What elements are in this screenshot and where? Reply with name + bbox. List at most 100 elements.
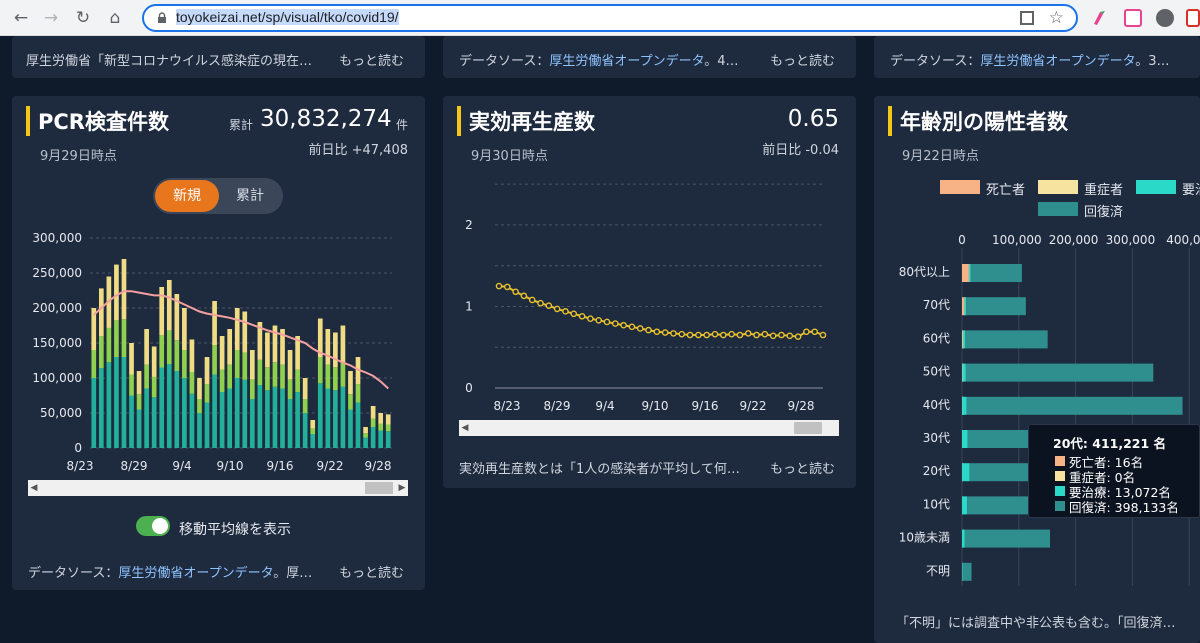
home-icon[interactable]: ⌂ — [104, 7, 126, 29]
rt-chart-scrollbar[interactable]: ◀ — [459, 420, 839, 436]
bar-segment-top — [144, 329, 149, 365]
bar-segment-green — [189, 372, 195, 394]
bar-segment-teal — [348, 409, 353, 448]
bar-segment-green — [166, 330, 172, 364]
rt-point — [595, 317, 602, 324]
y-tick-label: 200,000 — [32, 301, 82, 315]
scroll-left-icon[interactable]: ◀ — [459, 420, 471, 436]
bar-segment-teal — [219, 392, 225, 448]
rt-point — [678, 330, 686, 338]
total-label: 累計 — [229, 118, 254, 132]
moving-average-switch[interactable] — [136, 516, 170, 536]
reload-icon[interactable]: ↻ — [72, 7, 94, 29]
age-bar-segment — [970, 264, 1022, 282]
forward-icon[interactable]: → — [40, 7, 62, 29]
bar-segment-teal — [249, 399, 255, 448]
card-title: 実効再生産数 — [469, 110, 595, 134]
bar-segment-teal — [333, 390, 338, 448]
x-tick-label: 8/23 — [67, 459, 94, 473]
category-label: 70代 — [923, 298, 950, 312]
data-source-link[interactable]: 厚生労働省オープンデータ — [549, 54, 704, 69]
bar-segment-green — [325, 364, 331, 389]
bar-segment-top — [114, 264, 119, 321]
rt-point — [778, 331, 785, 339]
read-more-link[interactable]: もっと読む — [770, 50, 835, 69]
rt-line — [498, 285, 824, 338]
bar-segment-teal — [378, 430, 384, 448]
rt-point — [686, 331, 694, 339]
rt-point — [504, 283, 511, 291]
extension-image-icon[interactable] — [1124, 9, 1142, 27]
data-source-link[interactable]: 厚生労働省オープンデータ — [980, 54, 1135, 69]
pcr-chart-scrollbar[interactable]: ◀ ▶ — [28, 480, 408, 496]
category-label: 20代 — [923, 464, 950, 478]
bar-segment-green — [106, 327, 112, 363]
scroll-thumb[interactable] — [365, 482, 393, 494]
rt-point — [645, 326, 652, 334]
scroll-right-icon[interactable]: ▶ — [396, 480, 408, 496]
title-accent-bar — [26, 106, 30, 136]
x-tick-label: 9/28 — [788, 399, 815, 413]
bar-segment-green — [363, 433, 368, 438]
rt-point — [711, 330, 719, 338]
x-tick-label: 8/23 — [494, 399, 521, 413]
bar-segment-teal — [370, 427, 376, 448]
data-source-link[interactable]: 厚生労働省オープンデータ — [118, 566, 273, 581]
legend-label-treat[interactable]: 要治 — [1182, 179, 1200, 198]
bar-segment-green — [129, 374, 134, 396]
rt-point — [553, 305, 561, 313]
switch-knob — [152, 518, 168, 534]
y-tick-label: 1 — [465, 299, 473, 313]
bar-segment-top — [136, 371, 142, 395]
read-more-link[interactable]: もっと読む — [770, 458, 835, 477]
qr-code-icon[interactable] — [1020, 11, 1034, 25]
x-tick-label: 200,000 — [1049, 233, 1099, 247]
read-more-link[interactable]: もっと読む — [339, 562, 404, 581]
bar-segment-top — [363, 427, 368, 434]
bar-segment-green — [114, 320, 119, 357]
bar-segment-teal — [234, 378, 240, 448]
back-icon[interactable]: ← — [10, 7, 32, 29]
toggle-cumulative-button[interactable]: 累計 — [219, 180, 281, 212]
address-bar[interactable]: toyokeizai.net/sp/visual/tko/covid19/ ☆ — [142, 4, 1078, 32]
tooltip-swatch-recovered — [1055, 501, 1065, 511]
tooltip-swatch-severe — [1055, 471, 1065, 481]
extension-round-icon[interactable] — [1156, 9, 1174, 27]
scroll-thumb[interactable] — [794, 422, 822, 434]
extension-brush-icon[interactable] — [1090, 9, 1108, 27]
read-more-link[interactable]: もっと読む — [339, 50, 404, 69]
extension-red-icon[interactable] — [1186, 9, 1200, 27]
bar-segment-green — [257, 359, 263, 385]
top-card-right: データソース：厚生労働省オープンデータ。3… — [874, 36, 1200, 78]
rt-point — [803, 328, 810, 336]
legend-label-deaths[interactable]: 死亡者 — [986, 179, 1025, 198]
bar-segment-green — [227, 364, 233, 389]
legend-label-severe[interactable]: 重症者 — [1084, 179, 1123, 198]
rt-point — [695, 331, 702, 339]
age-bar-segment — [966, 396, 1183, 415]
x-tick-label: 9/22 — [317, 459, 344, 473]
url-text[interactable]: toyokeizai.net/sp/visual/tko/covid19/ — [176, 9, 399, 25]
age-bar-segment — [962, 264, 969, 282]
y-tick-label: 300,000 — [32, 231, 82, 245]
rt-point — [736, 331, 744, 339]
rt-point — [753, 331, 760, 339]
rt-point — [670, 330, 677, 337]
scroll-left-icon[interactable]: ◀ — [28, 480, 40, 496]
category-label: 50代 — [923, 365, 950, 379]
pcr-card: PCR検査件数 9月29日時点 累計 30,832,274 件 前日比 +47,… — [12, 96, 425, 590]
category-label: 40代 — [923, 398, 950, 412]
bar-segment-top — [121, 259, 127, 320]
age-bar-segment — [962, 430, 968, 448]
x-tick-label: 100,000 — [992, 233, 1042, 247]
category-label: 30代 — [923, 431, 950, 445]
age-bar-segment — [962, 396, 967, 415]
rt-card: 実効再生産数 9月30日時点 0.65 前日比 -0.04 0 1 2 8/23 8/2… — [443, 96, 856, 488]
rt-point — [570, 310, 578, 318]
legend-label-recovered[interactable]: 回復済 — [1084, 201, 1123, 220]
x-tick-label: 9/22 — [740, 399, 767, 413]
bookmark-star-icon[interactable]: ☆ — [1049, 8, 1064, 28]
bar-segment-green — [333, 367, 338, 391]
toggle-new-button[interactable]: 新規 — [155, 180, 219, 212]
rt-value: 0.65 — [787, 106, 839, 132]
